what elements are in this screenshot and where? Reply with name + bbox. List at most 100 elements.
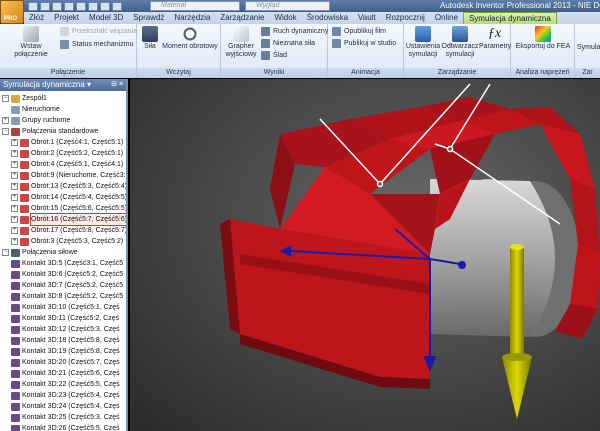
tree-contact-item[interactable]: Kontakt 3D:11 (Część5:2, Częś <box>0 313 126 324</box>
tree-joint-item[interactable]: + Obrót:1 (Część4:1, Część5:1) <box>0 137 126 148</box>
tree-contact-item[interactable]: Kontakt 3D:20 (Część5:7, Częś <box>0 357 126 368</box>
expand-icon[interactable]: + <box>11 227 18 234</box>
panel-load: Siła Moment obrotowy Wczytaj <box>137 24 221 78</box>
undo-icon[interactable] <box>64 1 74 11</box>
contact-joint-icon <box>11 391 20 400</box>
tab-environments[interactable]: Środowiska <box>302 12 353 24</box>
force-label: Siła <box>144 43 156 50</box>
export-fea-button[interactable]: Eksportuj do FEA <box>513 26 573 51</box>
tree-contact-item[interactable]: Kontakt 3D:21 (Część5:6, Częś <box>0 368 126 379</box>
last-button[interactable]: Symulacji <box>577 44 600 52</box>
tab-dynamic-simulation[interactable]: Symulacja dynamiczna <box>462 12 557 24</box>
collapse-icon[interactable]: − <box>2 128 9 135</box>
tree-joint-item[interactable]: + Obrót:3 (Część5:3, Część5:2) <box>0 236 126 247</box>
tree-contact-item[interactable]: Kontakt 3D:25 (Część5:3, Częś <box>0 412 126 423</box>
tree-fixed[interactable]: Nieruchome <box>0 104 126 115</box>
unknown-force-icon <box>261 39 270 48</box>
tree-contact-item[interactable]: Kontakt 3D:8 (Część5:2, Część5 <box>0 291 126 302</box>
tree-contact-item[interactable]: Kontakt 3D:10 (Część5:1, Częś <box>0 302 126 313</box>
contact-joint-icon <box>11 303 20 312</box>
tab-assemble[interactable]: Złóż <box>24 12 49 24</box>
tree-joint-item[interactable]: + Obrót:17 (Część5:8, Część5:7) <box>0 225 126 236</box>
expand-icon[interactable]: + <box>11 183 18 190</box>
torque-button[interactable]: Moment obrotowy <box>161 26 219 51</box>
tree-contact-item[interactable]: Kontakt 3D:6 (Część5:2, Część5 <box>0 269 126 280</box>
application-menu-button[interactable]: PRO <box>0 0 24 24</box>
publish-studio-button[interactable]: Publikuj w studio <box>332 39 396 48</box>
convert-constraints-button[interactable]: Przekształć wiązania <box>60 27 137 36</box>
update-icon[interactable] <box>112 1 122 11</box>
tree-joint-item[interactable]: + Obrót:15 (Część5:6, Część5:5) <box>0 203 126 214</box>
tree-joint-item[interactable]: + Obrót:9 (Nieruchome, Część3:1) <box>0 170 126 181</box>
trace-label: Ślad <box>273 52 288 59</box>
tab-view[interactable]: Widok <box>269 12 301 24</box>
simulation-settings-button[interactable]: Ustawienia symulacji <box>405 26 441 59</box>
tab-inspect[interactable]: Sprawdź <box>128 12 169 24</box>
redo-icon[interactable] <box>76 1 86 11</box>
force-button[interactable]: Siła <box>139 26 161 51</box>
tree-assembly[interactable]: − Zespół1 <box>0 93 126 104</box>
mechanism-status-button[interactable]: Status mechanizmu <box>60 40 133 49</box>
tree-contact-item[interactable]: Kontakt 3D:23 (Część5:4, Częś <box>0 390 126 401</box>
collapse-icon[interactable]: − <box>2 249 9 256</box>
expand-icon[interactable]: + <box>11 238 18 245</box>
simulation-player-button[interactable]: Odtwarzacz symulacji <box>441 26 479 59</box>
graphics-viewport[interactable] <box>130 79 600 431</box>
tab-tools[interactable]: Narzędzia <box>169 12 215 24</box>
expand-icon[interactable]: + <box>11 194 18 201</box>
material-dropdown[interactable]: Materiał <box>150 1 240 11</box>
tree-contact-item[interactable]: Kontakt 3D:26 (Część5:5, Częś <box>0 423 126 431</box>
tab-vault[interactable]: Vault <box>353 12 381 24</box>
tree-contact-item[interactable]: Kontakt 3D:18 (Część5:8, Częś <box>0 335 126 346</box>
tree-force-joints[interactable]: − Połączenia siłowe <box>0 247 126 258</box>
save-icon[interactable] <box>52 1 62 11</box>
parameters-button[interactable]: ƒx Parametry <box>479 26 511 51</box>
model-scene[interactable] <box>130 79 600 431</box>
tab-online[interactable]: Online <box>430 12 463 24</box>
tree-joint-item[interactable]: + Obrót:4 (Część5:1, Część4:1) <box>0 159 126 170</box>
home-icon[interactable] <box>88 1 98 11</box>
expand-icon[interactable]: + <box>11 150 18 157</box>
expand-icon[interactable]: + <box>11 139 18 146</box>
tree-standard-joints[interactable]: − Połączenia standardowe <box>0 126 126 137</box>
revolute-joint-icon <box>20 226 29 235</box>
dynamic-motion-button[interactable]: Ruch dynamiczny <box>261 27 328 36</box>
open-icon[interactable] <box>40 1 50 11</box>
tree-joint-item[interactable]: + Obrót:16 (Część5:7, Część5:6) <box>0 213 126 226</box>
trace-button[interactable]: Ślad <box>261 51 287 60</box>
grapher-icon <box>233 26 249 42</box>
tab-design[interactable]: Projekt <box>49 12 84 24</box>
tree-contact-item[interactable]: Kontakt 3D:5 (Część3:1, Część5 <box>0 258 126 269</box>
tree-joint-item[interactable]: + Obrót:13 (Część5:3, Część5:4) <box>0 181 126 192</box>
unknown-force-button[interactable]: Nieznana siła <box>261 39 315 48</box>
new-icon[interactable] <box>28 1 38 11</box>
expand-icon[interactable]: + <box>11 161 18 168</box>
tree-mobile-groups[interactable]: + Grupy ruchome <box>0 115 126 126</box>
tree-contact-item[interactable]: Kontakt 3D:19 (Część5:8, Częś <box>0 346 126 357</box>
tree-contact-item[interactable]: Kontakt 3D:22 (Część5:5, Częś <box>0 379 126 390</box>
tree-joint-item[interactable]: + Obrót:14 (Część5:4, Część5:5) <box>0 192 126 203</box>
tree-joint-item[interactable]: + Obrót:2 (Część5:2, Część5:1) <box>0 148 126 159</box>
expand-icon[interactable]: + <box>2 117 9 124</box>
appearance-dropdown[interactable]: Wygląd <box>245 1 330 11</box>
expand-icon[interactable]: + <box>11 216 18 223</box>
tab-3d-model[interactable]: Model 3D <box>84 12 128 24</box>
expand-icon[interactable]: + <box>11 172 18 179</box>
tab-get-started[interactable]: Rozpocznij <box>381 12 430 24</box>
tree-contact-item[interactable]: Kontakt 3D:24 (Część5:4, Częś <box>0 401 126 412</box>
revolute-joint-icon <box>20 149 29 158</box>
tree-contact-item[interactable]: Kontakt 3D:12 (Część5:3, Częś <box>0 324 126 335</box>
tab-manage[interactable]: Zarządzanie <box>215 12 269 24</box>
output-grapher-button[interactable]: Grapher wyjściowy <box>223 26 259 59</box>
select-icon[interactable] <box>100 1 110 11</box>
tree-contact-item[interactable]: Kontakt 3D:7 (Część5:2, Część5 <box>0 280 126 291</box>
collapse-icon[interactable]: − <box>2 95 9 102</box>
contact-label: Kontakt 3D:10 (Część5:1, Częś <box>22 304 120 311</box>
insert-joint-button[interactable]: Wstaw połączenie <box>3 26 59 59</box>
publish-movie-button[interactable]: Opublikuj film <box>332 27 386 36</box>
contact-label: Kontakt 3D:21 (Część5:6, Częś <box>22 370 120 377</box>
expand-icon[interactable]: + <box>11 205 18 212</box>
browser-header[interactable]: Symulacja dynamiczna ▾ ⊞ ≡ <box>0 79 126 91</box>
output-grapher-label: Grapher wyjściowy <box>225 43 257 58</box>
browser-controls[interactable]: ⊞ ≡ <box>111 79 126 91</box>
